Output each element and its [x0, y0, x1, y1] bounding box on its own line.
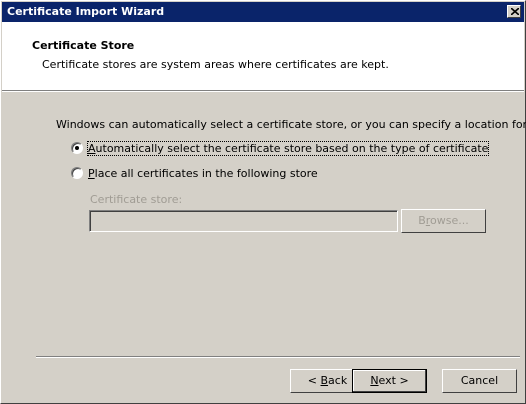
footer-divider	[36, 356, 520, 358]
certificate-store-field	[89, 210, 398, 232]
wizard-window: Certificate Import Wizard Certificate St…	[0, 0, 526, 404]
close-icon	[511, 8, 519, 15]
cancel-button[interactable]: Cancel	[442, 369, 517, 393]
radio-selected-dot	[75, 146, 79, 150]
next-button[interactable]: Next >	[352, 369, 427, 393]
place-in-store-label[interactable]: Place all certificates in the following …	[88, 167, 318, 180]
page-title: Certificate Store	[32, 39, 135, 52]
close-button[interactable]	[507, 5, 521, 18]
place-in-store-radio[interactable]	[71, 167, 83, 179]
certificate-store-label: Certificate store:	[90, 193, 183, 206]
header-divider	[2, 90, 524, 92]
auto-select-radio[interactable]	[71, 142, 83, 154]
title-bar[interactable]: Certificate Import Wizard	[2, 2, 524, 22]
auto-select-label[interactable]: Automatically select the certificate sto…	[86, 141, 490, 156]
intro-text: Windows can automatically select a certi…	[56, 118, 526, 131]
page-subtitle: Certificate stores are system areas wher…	[42, 58, 389, 71]
browse-button: Browse...	[401, 209, 486, 233]
window-title: Certificate Import Wizard	[7, 5, 165, 18]
wizard-header: Certificate Store Certificate stores are…	[2, 22, 524, 90]
